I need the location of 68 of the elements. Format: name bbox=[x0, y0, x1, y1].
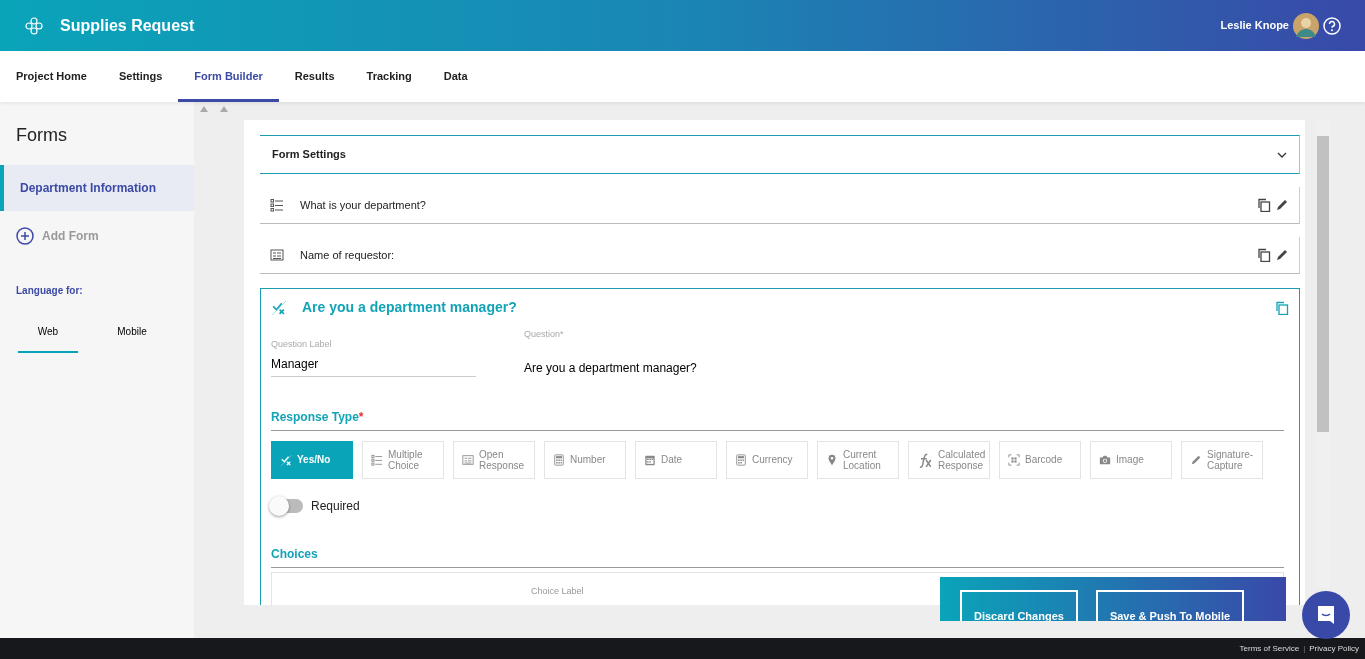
field-label: Question Label bbox=[271, 338, 333, 351]
section-heading: Choices bbox=[271, 544, 1284, 568]
chat-icon bbox=[1315, 604, 1337, 626]
question-text: What is your department? bbox=[300, 197, 427, 213]
required-marker: * bbox=[358, 409, 364, 424]
response-type-button[interactable]: Date bbox=[635, 440, 717, 479]
text-field-icon bbox=[462, 453, 474, 466]
footer-link[interactable]: Terms of Service bbox=[1239, 642, 1300, 655]
question-row[interactable]: Name of requestor: bbox=[260, 237, 1300, 274]
response-type-button[interactable]: Open Response bbox=[453, 440, 535, 479]
logo-icon bbox=[24, 15, 44, 36]
response-type-button[interactable]: Multiple Choice bbox=[362, 440, 444, 479]
action-button[interactable]: Save & Push To Mobile bbox=[1095, 590, 1245, 621]
footer-link[interactable]: Privacy Policy bbox=[1309, 642, 1359, 655]
question-title: Are you a department manager? bbox=[302, 298, 518, 317]
response-type-button[interactable]: Barcode bbox=[999, 440, 1081, 479]
question-label-field[interactable]: Manager bbox=[271, 351, 476, 377]
app-title: Supplies Request bbox=[60, 15, 195, 36]
yes-no-icon bbox=[271, 300, 286, 315]
form-settings-bar[interactable]: Form Settings bbox=[260, 135, 1300, 174]
chevron-down-icon bbox=[1277, 151, 1287, 158]
list-icon bbox=[270, 198, 284, 212]
list-icon bbox=[371, 453, 383, 466]
copy-icon[interactable] bbox=[1257, 198, 1271, 212]
qr-code-icon bbox=[1008, 453, 1020, 466]
copy-icon[interactable] bbox=[1257, 248, 1271, 262]
response-type-button[interactable]: Signature-Capture bbox=[1181, 440, 1263, 479]
question-row[interactable]: What is your department? bbox=[260, 187, 1300, 224]
function-icon bbox=[917, 451, 933, 468]
calculator-icon bbox=[735, 453, 747, 466]
user-name: Leslie Knope bbox=[1220, 18, 1289, 34]
text-field-icon bbox=[270, 248, 284, 262]
question-text: Name of requestor: bbox=[300, 247, 396, 263]
required-toggle[interactable] bbox=[271, 498, 303, 513]
calendar-icon bbox=[644, 453, 656, 466]
response-type-button[interactable]: Calculated Response bbox=[908, 440, 990, 479]
language-tab[interactable]: Web bbox=[18, 316, 78, 353]
chat-button[interactable] bbox=[1302, 591, 1350, 639]
edit-icon[interactable] bbox=[1275, 248, 1289, 262]
section-heading: Response Type bbox=[271, 409, 359, 424]
response-type-button[interactable]: Image bbox=[1090, 440, 1172, 479]
map-pin-icon bbox=[826, 453, 838, 466]
camera-icon bbox=[1099, 453, 1111, 466]
plus-icon bbox=[16, 227, 34, 245]
language-tab[interactable]: Mobile bbox=[102, 316, 162, 353]
yes-no-icon bbox=[280, 453, 292, 466]
response-type-button[interactable]: Number bbox=[544, 440, 626, 479]
field-label: Question* bbox=[524, 328, 565, 341]
avatar[interactable] bbox=[1293, 12, 1319, 39]
form-item[interactable]: Department Information bbox=[0, 165, 194, 211]
response-type-button[interactable]: Current Location bbox=[817, 440, 899, 479]
nav-tab[interactable]: Settings bbox=[102, 51, 179, 102]
nav-tab[interactable]: Project Home bbox=[0, 51, 103, 102]
language-label: Language for: bbox=[16, 284, 84, 298]
nav-tab[interactable]: Results bbox=[278, 51, 351, 102]
edit-icon[interactable] bbox=[1275, 198, 1289, 212]
calculator-icon bbox=[553, 453, 565, 466]
question-field[interactable]: Are you a department manager? bbox=[524, 355, 824, 380]
help-icon[interactable] bbox=[1323, 16, 1341, 35]
response-type-button[interactable]: Currency bbox=[726, 440, 808, 479]
form-settings-title: Form Settings bbox=[272, 147, 346, 163]
nav-tab[interactable]: Tracking bbox=[350, 51, 428, 102]
pencil-icon bbox=[1190, 453, 1202, 466]
sidebar-title: Forms bbox=[15, 124, 68, 147]
toggle-label: Required bbox=[311, 497, 360, 515]
nav-tab[interactable]: Data bbox=[427, 51, 484, 102]
separator: | bbox=[1303, 642, 1306, 655]
column-header: Choice Label bbox=[531, 584, 584, 598]
